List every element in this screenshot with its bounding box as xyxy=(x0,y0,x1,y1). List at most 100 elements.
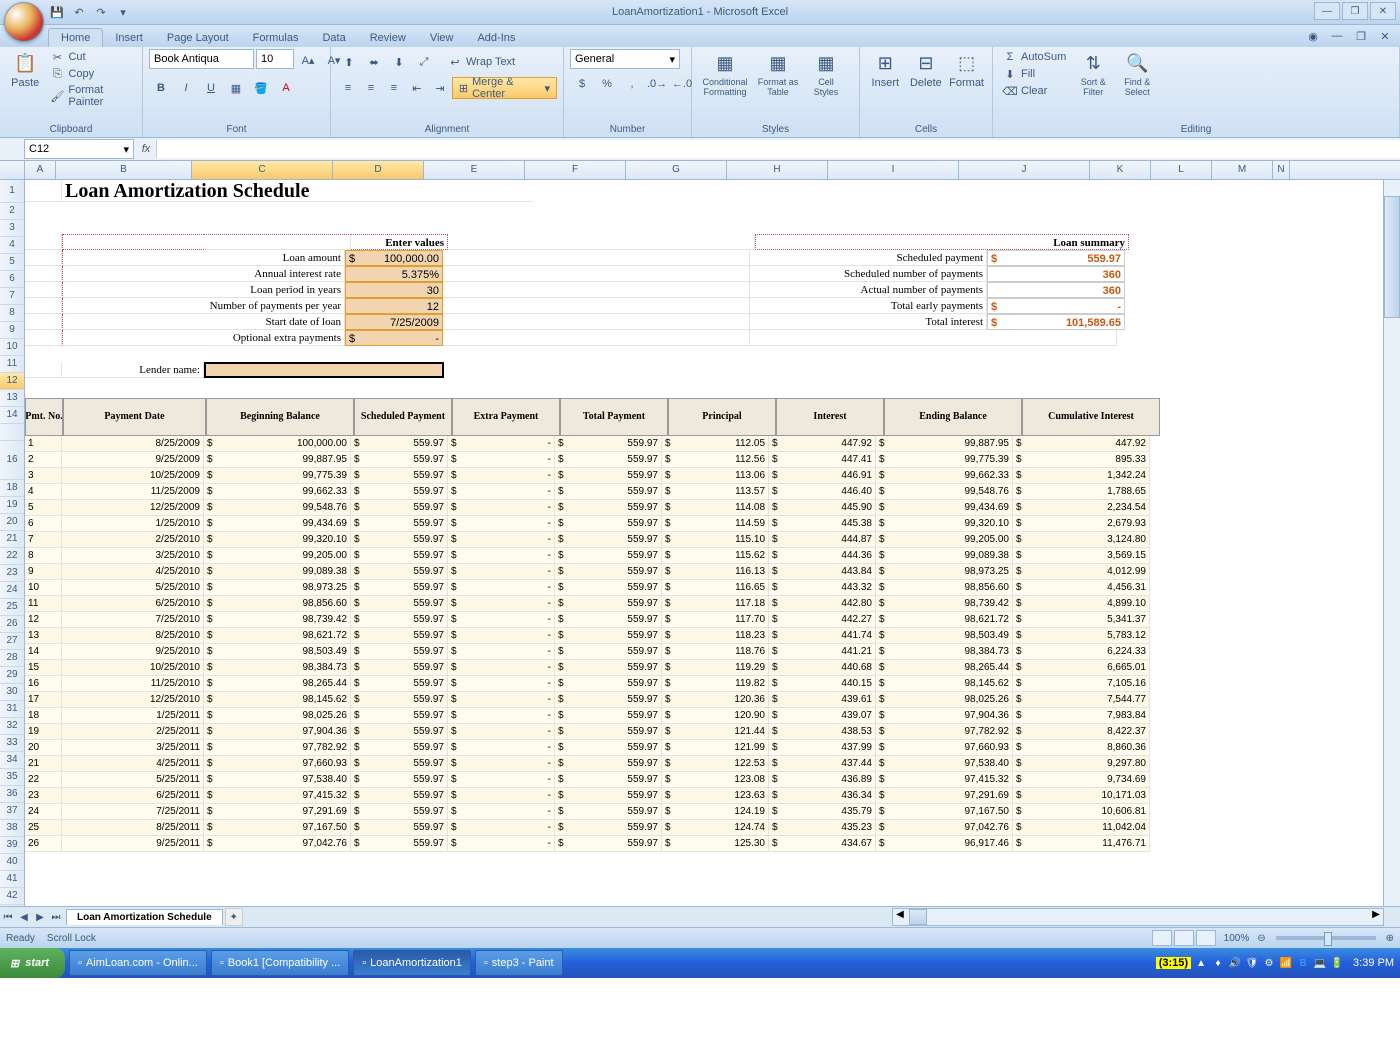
cell[interactable]: $124.19 xyxy=(662,804,769,820)
tray-icon[interactable]: ▲ xyxy=(1194,956,1208,970)
cell[interactable]: Scheduled number of payments xyxy=(750,266,987,282)
clock[interactable]: 3:39 PM xyxy=(1353,957,1394,969)
cell[interactable]: $97,660.93 xyxy=(876,740,1013,756)
taskbar-button[interactable]: ▫LoanAmortization1 xyxy=(353,950,471,976)
row-header[interactable]: 1 xyxy=(0,180,24,203)
cell[interactable]: $98,145.62 xyxy=(204,692,351,708)
row-header[interactable]: 18 xyxy=(0,480,24,497)
cell[interactable]: $7,983.84 xyxy=(1013,708,1150,724)
cell[interactable]: $98,145.62 xyxy=(876,676,1013,692)
cell[interactable]: 360 xyxy=(987,282,1125,298)
horizontal-scrollbar[interactable]: ◀ ▶ xyxy=(892,908,1384,926)
cell[interactable]: $559.97 xyxy=(555,596,662,612)
cell[interactable]: $559.97 xyxy=(351,644,448,660)
cell[interactable]: 6/25/2011 xyxy=(62,788,204,804)
row-header[interactable]: 5 xyxy=(0,254,24,271)
cell[interactable]: 4 xyxy=(25,484,62,500)
cell[interactable]: $98,739.42 xyxy=(876,596,1013,612)
cell[interactable]: $99,434.69 xyxy=(876,500,1013,516)
cell[interactable]: $559.97 xyxy=(555,644,662,660)
cell[interactable]: $98,621.72 xyxy=(204,628,351,644)
cell[interactable]: Payment Date xyxy=(63,398,206,436)
cell[interactable]: $559.97 xyxy=(555,612,662,628)
taskbar-button[interactable]: ▫AimLoan.com - Onlin... xyxy=(69,950,207,976)
row-header[interactable]: 3 xyxy=(0,220,24,237)
cell[interactable]: $559.97 xyxy=(351,516,448,532)
cell[interactable]: $116.13 xyxy=(662,564,769,580)
cell[interactable]: $- xyxy=(448,468,555,484)
cell[interactable]: $10,606.81 xyxy=(1013,804,1150,820)
cell[interactable]: 9/25/2010 xyxy=(62,644,204,660)
cell[interactable]: Loan amount xyxy=(62,250,345,266)
cell[interactable]: $- xyxy=(448,484,555,500)
row-header[interactable]: 35 xyxy=(0,769,24,786)
cell[interactable]: 7/25/2011 xyxy=(62,804,204,820)
redo-icon[interactable]: ↷ xyxy=(92,3,110,21)
cell[interactable]: 17 xyxy=(25,692,62,708)
undo-icon[interactable]: ↶ xyxy=(70,3,88,21)
cell[interactable]: $3,124.80 xyxy=(1013,532,1150,548)
doc-close-button[interactable]: ✕ xyxy=(1376,27,1394,45)
cell-styles-button[interactable]: ▦Cell Styles xyxy=(804,49,848,99)
row-header[interactable]: 6 xyxy=(0,271,24,288)
cell[interactable]: $559.97 xyxy=(555,756,662,772)
cell[interactable]: Total early payments xyxy=(750,298,987,314)
cell[interactable]: $117.70 xyxy=(662,612,769,628)
cell[interactable]: $3,569.15 xyxy=(1013,548,1150,564)
cell[interactable]: $98,503.49 xyxy=(876,628,1013,644)
cell[interactable]: 9/25/2009 xyxy=(62,452,204,468)
cell[interactable] xyxy=(443,330,750,346)
font-color-button[interactable]: A xyxy=(274,77,298,99)
orientation-button[interactable]: ⤢ xyxy=(412,51,436,73)
tray-timer[interactable]: (3:15) xyxy=(1156,957,1191,969)
cell[interactable]: $- xyxy=(448,804,555,820)
tab-review[interactable]: Review xyxy=(358,29,418,47)
cell[interactable] xyxy=(204,362,444,378)
cell[interactable]: 6 xyxy=(25,516,62,532)
find-select-button[interactable]: 🔍Find & Select xyxy=(1116,49,1158,99)
cell[interactable]: $- xyxy=(448,660,555,676)
row-header[interactable]: 21 xyxy=(0,531,24,548)
cell[interactable] xyxy=(443,298,750,314)
cell[interactable]: $- xyxy=(448,676,555,692)
cell[interactable]: $98,621.72 xyxy=(876,612,1013,628)
cell[interactable]: $442.27 xyxy=(769,612,876,628)
cell[interactable]: $559.97 xyxy=(555,468,662,484)
cell[interactable]: $- xyxy=(448,500,555,516)
cell[interactable]: $121.99 xyxy=(662,740,769,756)
column-header[interactable]: H xyxy=(727,161,828,179)
cell[interactable]: $98,384.73 xyxy=(876,644,1013,660)
cell[interactable]: $98,503.49 xyxy=(204,644,351,660)
cell[interactable]: $97,904.36 xyxy=(204,724,351,740)
cell[interactable]: Scheduled Payment xyxy=(354,398,452,436)
cell[interactable]: 360 xyxy=(987,266,1125,282)
first-sheet-button[interactable]: ⏮ xyxy=(0,909,16,925)
cell[interactable]: Interest xyxy=(776,398,884,436)
minimize-button[interactable]: — xyxy=(1314,2,1340,20)
cell[interactable]: Total interest xyxy=(750,314,987,330)
cell[interactable]: $99,887.95 xyxy=(876,436,1013,452)
cell[interactable]: $99,548.76 xyxy=(876,484,1013,500)
font-size-input[interactable] xyxy=(256,49,294,69)
row-header[interactable]: 24 xyxy=(0,582,24,599)
column-header[interactable]: N xyxy=(1273,161,1290,179)
cell[interactable]: $447.92 xyxy=(769,436,876,452)
column-header[interactable]: B xyxy=(56,161,192,179)
cell[interactable]: $559.97 xyxy=(555,772,662,788)
tray-icon[interactable]: 📶 xyxy=(1279,956,1293,970)
underline-button[interactable]: U xyxy=(199,77,223,99)
cell[interactable]: $559.97 xyxy=(351,708,448,724)
cell[interactable]: $559.97 xyxy=(351,820,448,836)
cell[interactable]: $98,384.73 xyxy=(204,660,351,676)
cell[interactable]: $- xyxy=(448,580,555,596)
cell[interactable]: $120.36 xyxy=(662,692,769,708)
decrease-decimal-button[interactable]: ←.0 xyxy=(670,73,694,95)
increase-indent-button[interactable]: ⇥ xyxy=(429,77,451,99)
cell[interactable]: 12 xyxy=(345,298,443,314)
cell[interactable]: Optional extra payments xyxy=(62,330,345,346)
scroll-left-button[interactable]: ◀ xyxy=(893,909,907,923)
cell[interactable]: $5,783.12 xyxy=(1013,628,1150,644)
format-as-table-button[interactable]: ▦Format as Table xyxy=(754,49,802,99)
cell[interactable]: $116.65 xyxy=(662,580,769,596)
cell[interactable]: $8,422.37 xyxy=(1013,724,1150,740)
